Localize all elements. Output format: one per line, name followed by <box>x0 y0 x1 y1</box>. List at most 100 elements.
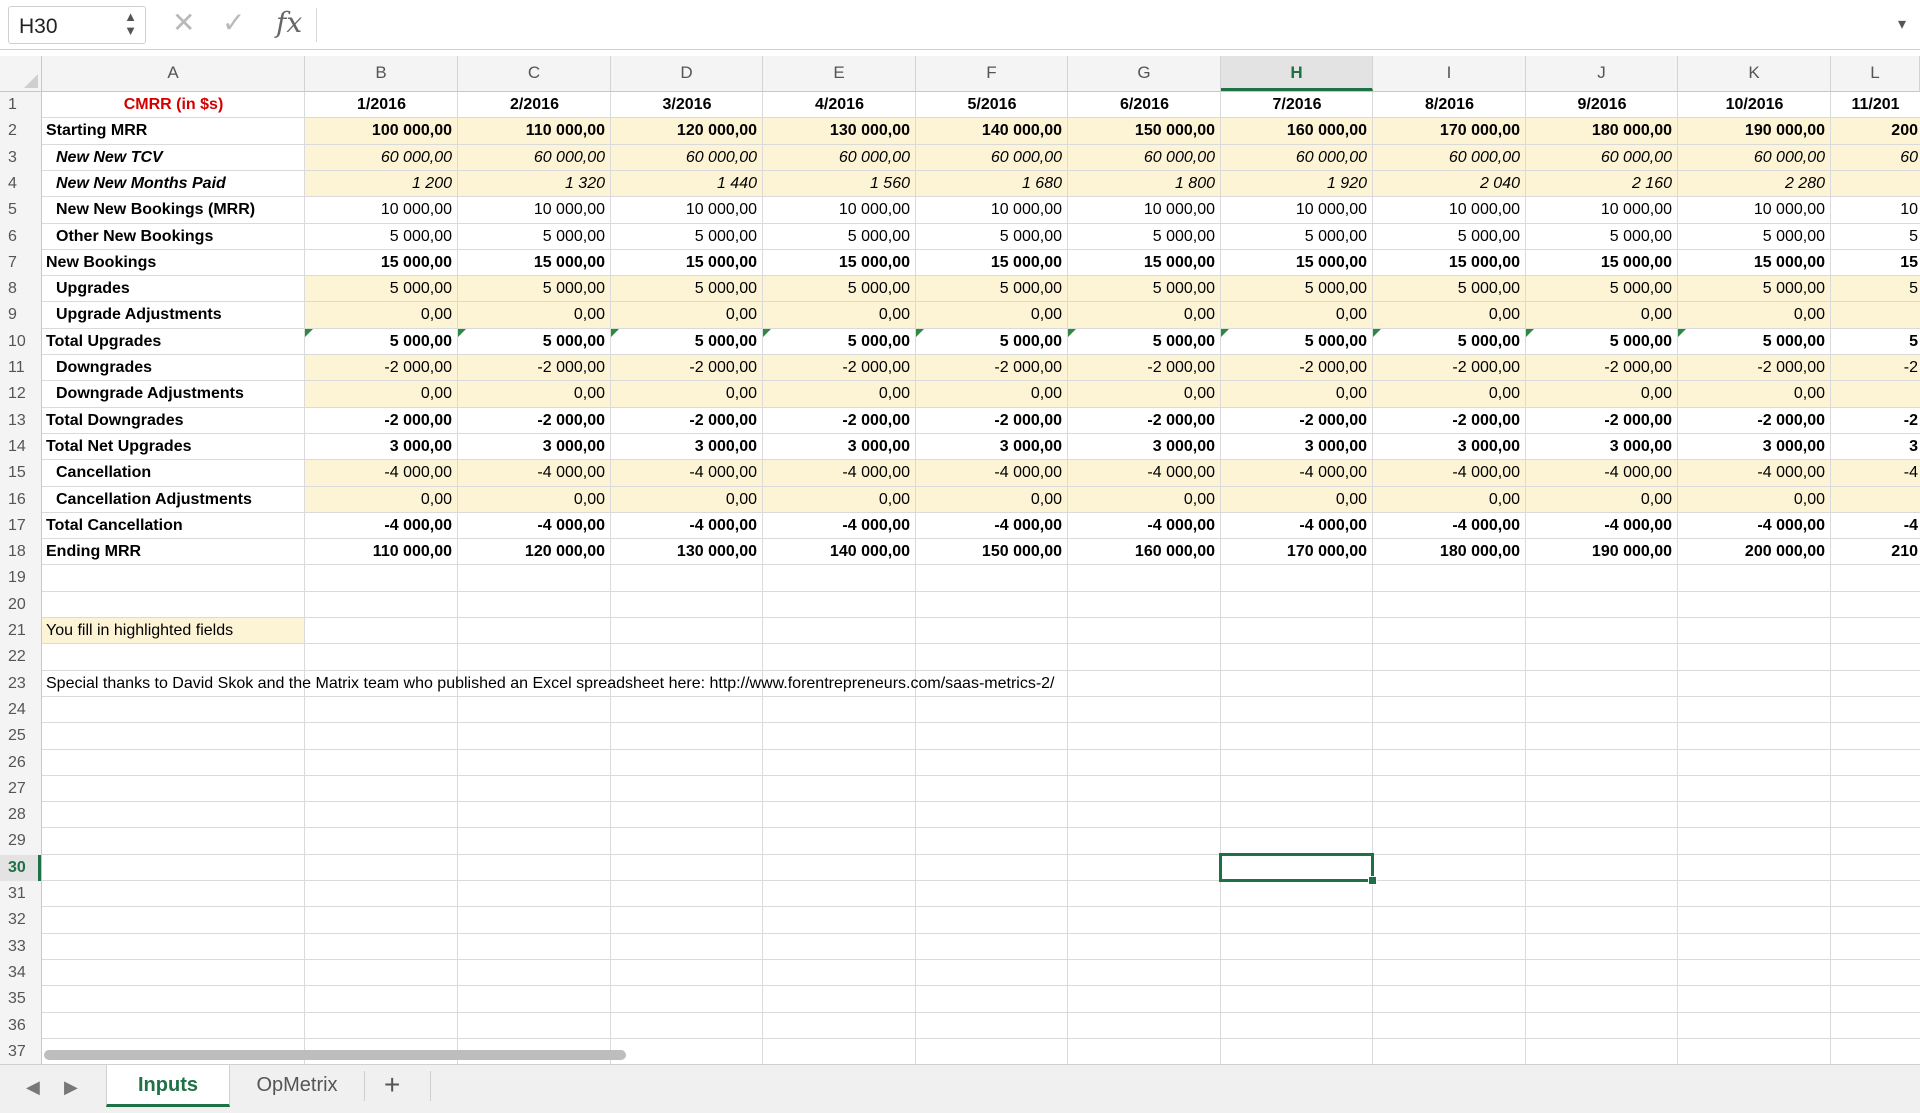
value-cell[interactable]: 5 000,00 <box>1373 329 1526 355</box>
value-cell[interactable]: -2 000,00 <box>305 355 458 381</box>
value-cell[interactable]: 60 000,00 <box>1678 145 1831 171</box>
chevron-down-icon[interactable]: ▾ <box>1898 14 1906 34</box>
row-header-16[interactable]: 16 <box>0 487 41 513</box>
value-cell[interactable]: -2 000,00 <box>763 355 916 381</box>
value-cell[interactable]: 5 000,00 <box>611 276 763 302</box>
value-cell[interactable]: -4 000,00 <box>458 460 611 486</box>
value-cell[interactable]: 15 000,00 <box>1678 250 1831 276</box>
row-header-21[interactable]: 21 <box>0 618 41 644</box>
value-cell[interactable]: -4 000,00 <box>1526 460 1678 486</box>
value-cell[interactable]: 60 000,00 <box>1068 145 1221 171</box>
value-cell[interactable]: -4 000,00 <box>763 460 916 486</box>
value-cell[interactable]: 130 000,00 <box>611 539 763 565</box>
value-cell[interactable]: 0,00 <box>916 487 1068 513</box>
row-header-23[interactable]: 23 <box>0 671 41 697</box>
value-cell[interactable]: -2 000,00 <box>1221 408 1373 434</box>
row-header-30[interactable]: 30 <box>0 854 41 881</box>
column-header-b[interactable]: B <box>305 56 458 91</box>
value-cell[interactable]: 3 000,00 <box>1678 434 1831 460</box>
value-cell[interactable]: 10 000,00 <box>458 197 611 223</box>
value-cell[interactable]: -4 000,00 <box>1678 513 1831 539</box>
value-cell[interactable]: 3 000,00 <box>1221 434 1373 460</box>
column-header-d[interactable]: D <box>611 56 763 91</box>
value-cell[interactable]: -4 000,00 <box>305 460 458 486</box>
value-cell[interactable]: 10 000,00 <box>916 197 1068 223</box>
value-cell[interactable]: 150 000,00 <box>916 539 1068 565</box>
value-cell[interactable]: 10 000,00 <box>611 197 763 223</box>
value-cell[interactable] <box>1831 302 1920 328</box>
row-header-4[interactable]: 4 <box>0 171 41 197</box>
value-cell[interactable]: 1 200 <box>305 171 458 197</box>
value-cell[interactable]: 3 <box>1831 434 1920 460</box>
value-cell[interactable]: 5 000,00 <box>458 276 611 302</box>
value-cell[interactable]: -2 000,00 <box>305 408 458 434</box>
column-header-g[interactable]: G <box>1068 56 1221 91</box>
value-cell[interactable]: 3 000,00 <box>458 434 611 460</box>
value-cell[interactable]: 60 000,00 <box>611 145 763 171</box>
value-cell[interactable]: 1 320 <box>458 171 611 197</box>
row-header-22[interactable]: 22 <box>0 644 41 670</box>
value-cell[interactable]: 150 000,00 <box>1068 118 1221 144</box>
value-cell[interactable]: 180 000,00 <box>1526 118 1678 144</box>
value-cell[interactable]: -2 000,00 <box>611 408 763 434</box>
cancel-icon[interactable]: ✕ <box>172 8 195 38</box>
tab-inputs[interactable]: Inputs <box>106 1065 230 1107</box>
select-all-corner[interactable] <box>0 56 42 91</box>
row-header-2[interactable]: 2 <box>0 118 41 144</box>
row-header-36[interactable]: 36 <box>0 1013 41 1039</box>
value-cell[interactable]: 0,00 <box>305 381 458 407</box>
value-cell[interactable]: 0,00 <box>1373 487 1526 513</box>
value-cell[interactable]: -2 <box>1831 355 1920 381</box>
prev-sheet-icon[interactable]: ◀ <box>26 1077 40 1098</box>
value-cell[interactable]: -2 000,00 <box>1678 408 1831 434</box>
value-cell[interactable]: 10 000,00 <box>1373 197 1526 223</box>
value-cell[interactable]: 5 000,00 <box>1068 276 1221 302</box>
next-sheet-icon[interactable]: ▶ <box>64 1077 78 1098</box>
value-cell[interactable]: 15 000,00 <box>763 250 916 276</box>
row-header-37[interactable]: 37 <box>0 1039 41 1065</box>
value-cell[interactable]: 110 000,00 <box>305 539 458 565</box>
value-cell[interactable]: 60 000,00 <box>1221 145 1373 171</box>
value-cell[interactable]: 3 000,00 <box>916 434 1068 460</box>
value-cell[interactable]: 10 000,00 <box>1221 197 1373 223</box>
row-header-3[interactable]: 3 <box>0 145 41 171</box>
value-cell[interactable]: 2 160 <box>1526 171 1678 197</box>
value-cell[interactable]: 190 000,00 <box>1678 118 1831 144</box>
value-cell[interactable]: 0,00 <box>611 381 763 407</box>
value-cell[interactable]: -4 <box>1831 460 1920 486</box>
value-cell[interactable]: 190 000,00 <box>1526 539 1678 565</box>
value-cell[interactable]: 0,00 <box>763 381 916 407</box>
row-header-10[interactable]: 10 <box>0 329 41 355</box>
value-cell[interactable]: 1 800 <box>1068 171 1221 197</box>
value-cell[interactable]: -2 000,00 <box>458 408 611 434</box>
value-cell[interactable]: 140 000,00 <box>916 118 1068 144</box>
value-cell[interactable]: -4 000,00 <box>1221 460 1373 486</box>
value-cell[interactable]: 0,00 <box>1678 487 1831 513</box>
column-header-h[interactable]: H <box>1221 56 1373 91</box>
value-cell[interactable]: 60 000,00 <box>916 145 1068 171</box>
value-cell[interactable]: 5 000,00 <box>916 329 1068 355</box>
row-header-29[interactable]: 29 <box>0 828 41 854</box>
value-cell[interactable]: 160 000,00 <box>1221 118 1373 144</box>
value-cell[interactable]: 5 000,00 <box>1526 329 1678 355</box>
value-cell[interactable]: -2 <box>1831 408 1920 434</box>
value-cell[interactable]: 5 000,00 <box>763 224 916 250</box>
row-header-26[interactable]: 26 <box>0 750 41 776</box>
row-header-25[interactable]: 25 <box>0 723 41 749</box>
row-header-12[interactable]: 12 <box>0 381 41 407</box>
value-cell[interactable]: 1 920 <box>1221 171 1373 197</box>
value-cell[interactable]: 5 000,00 <box>305 276 458 302</box>
column-header-i[interactable]: I <box>1373 56 1526 91</box>
row-header-35[interactable]: 35 <box>0 986 41 1012</box>
value-cell[interactable]: 0,00 <box>763 302 916 328</box>
value-cell[interactable]: 1 440 <box>611 171 763 197</box>
value-cell[interactable]: 3 000,00 <box>611 434 763 460</box>
column-header-j[interactable]: J <box>1526 56 1678 91</box>
column-header-c[interactable]: C <box>458 56 611 91</box>
value-cell[interactable]: -2 000,00 <box>763 408 916 434</box>
value-cell[interactable]: 0,00 <box>1526 302 1678 328</box>
row-header-31[interactable]: 31 <box>0 881 41 907</box>
value-cell[interactable]: 5 000,00 <box>305 329 458 355</box>
value-cell[interactable]: 5 000,00 <box>1068 329 1221 355</box>
value-cell[interactable]: 5 000,00 <box>1373 224 1526 250</box>
